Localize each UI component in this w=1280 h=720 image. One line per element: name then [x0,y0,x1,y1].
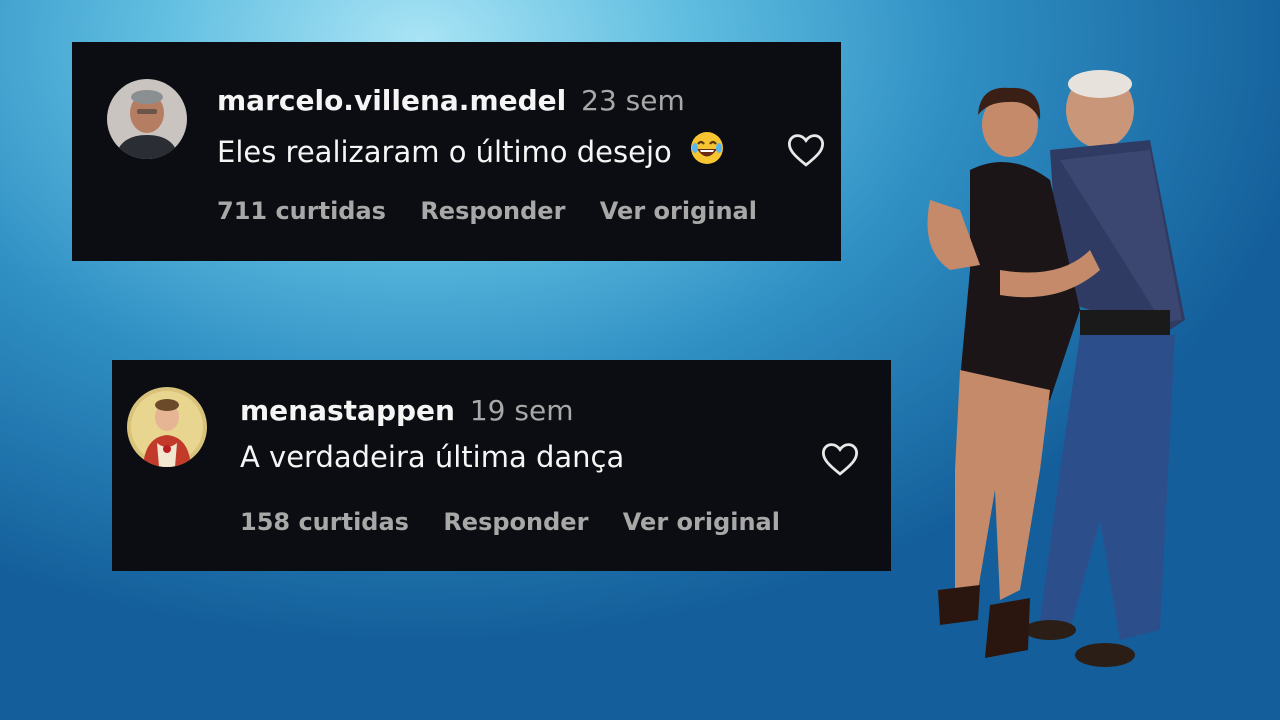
comment-body: A verdadeira última dança [240,440,625,474]
reply-button[interactable]: Responder [420,197,565,225]
avatar-photo [127,387,207,467]
dancing-couple-image [900,70,1200,690]
username-link[interactable]: marcelo.villena.medel [217,84,566,117]
reply-button[interactable]: Responder [443,508,588,536]
see-original-button[interactable]: Ver original [623,508,780,536]
tears-of-joy-emoji [689,130,725,173]
likes-count[interactable]: 711 curtidas [217,197,386,225]
like-heart-icon[interactable] [819,438,861,480]
avatar-photo [107,79,187,159]
comment-actions: 158 curtidas Responder Ver original [240,508,806,536]
avatar[interactable] [107,79,187,159]
like-heart-icon[interactable] [785,129,827,171]
comment-time: 19 sem [469,394,574,427]
comment-text: A verdadeira última dança [240,440,624,474]
see-original-button[interactable]: Ver original [600,197,757,225]
comment-body: Eles realizaram o último desejo [217,135,672,169]
avatar[interactable] [127,387,207,467]
comment-card: marcelo.villena.medel 23 sem Eles realiz… [72,42,841,261]
comment-header: menastappen 19 sem [240,394,573,427]
comment-card: menastappen 19 sem A verdadeira última d… [112,360,891,571]
comment-text: Eles realizaram o último desejo [217,130,725,173]
comment-header: marcelo.villena.medel 23 sem [217,84,685,117]
likes-count[interactable]: 158 curtidas [240,508,409,536]
comment-actions: 711 curtidas Responder Ver original [217,197,783,225]
username-link[interactable]: menastappen [240,394,455,427]
comment-time: 23 sem [581,84,685,117]
